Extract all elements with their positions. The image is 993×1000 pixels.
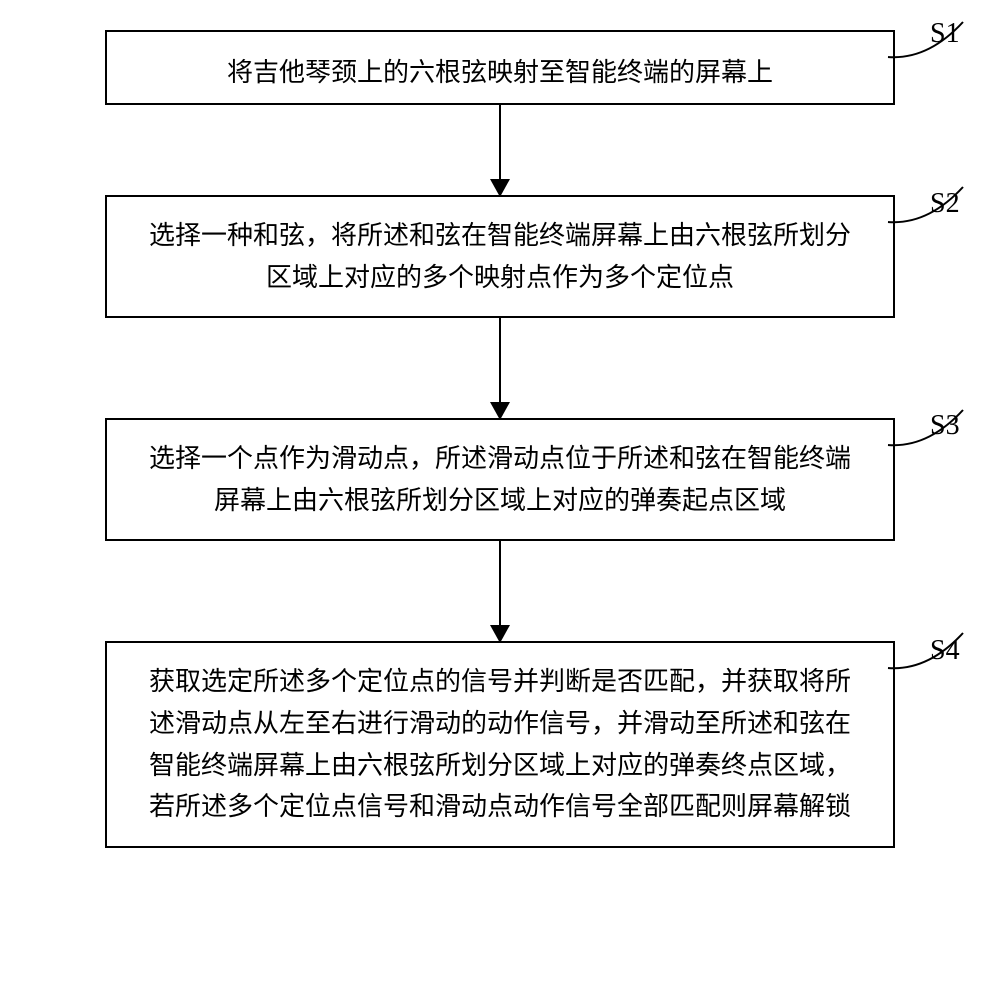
flow-step-s1: 将吉他琴颈上的六根弦映射至智能终端的屏幕上 <box>105 30 895 105</box>
label-s1: S1 <box>930 18 960 50</box>
flow-step-s2: 选择一种和弦，将所述和弦在智能终端屏幕上由六根弦所划分区域上对应的多个映射点作为… <box>105 195 895 318</box>
step-s1-text: 将吉他琴颈上的六根弦映射至智能终端的屏幕上 <box>227 58 773 87</box>
flowchart-container: 将吉他琴颈上的六根弦映射至智能终端的屏幕上 S1 选择一种和弦，将所述和弦在智能… <box>50 30 950 848</box>
label-s3: S3 <box>930 410 960 442</box>
step-s3-text: 选择一个点作为滑动点，所述滑动点位于所述和弦在智能终端屏幕上由六根弦所划分区域上… <box>149 444 851 515</box>
label-s2: S2 <box>930 188 960 220</box>
arrow-s2-s3 <box>499 318 501 418</box>
flow-step-s4: 获取选定所述多个定位点的信号并判断是否匹配，并获取将所述滑动点从左至右进行滑动的… <box>105 641 895 847</box>
flow-step-s3: 选择一个点作为滑动点，所述滑动点位于所述和弦在智能终端屏幕上由六根弦所划分区域上… <box>105 418 895 541</box>
step-s2-text: 选择一种和弦，将所述和弦在智能终端屏幕上由六根弦所划分区域上对应的多个映射点作为… <box>149 221 851 292</box>
arrow-s3-s4 <box>499 541 501 641</box>
arrow-s1-s2 <box>499 105 501 195</box>
step-s4-text: 获取选定所述多个定位点的信号并判断是否匹配，并获取将所述滑动点从左至右进行滑动的… <box>149 667 851 821</box>
label-s4: S4 <box>930 635 960 667</box>
